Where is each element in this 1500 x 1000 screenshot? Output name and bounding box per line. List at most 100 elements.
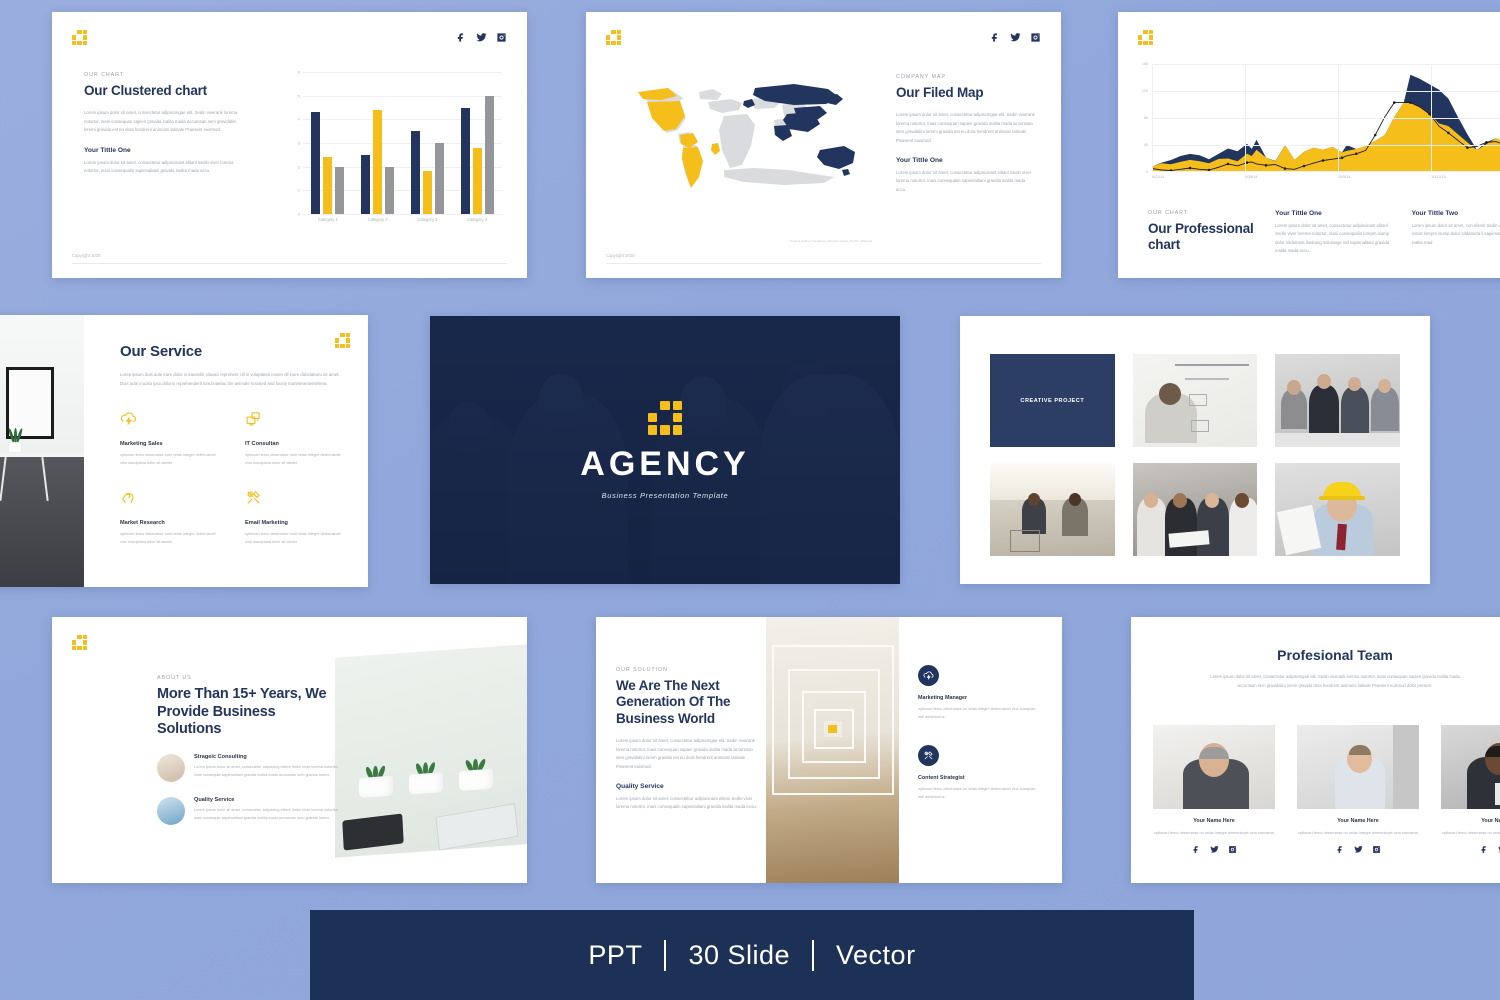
- services-grid: Marketing Sales optionari terno deseruis…: [120, 410, 342, 546]
- role-text: optionari terno deseruisse no velas inte…: [918, 787, 1036, 799]
- notebook: [435, 803, 519, 851]
- role-item[interactable]: Content Strategist optionari terno deser…: [918, 745, 1038, 801]
- member-photo: [1153, 725, 1275, 809]
- member-name: Your Name Here: [1193, 818, 1235, 824]
- slide-subparagraph: Lorem ipsum dolor sit amet, consectebur …: [616, 795, 757, 810]
- about-person: Quality Service Lorem ipsum dolor sit am…: [157, 797, 342, 826]
- slide-subparagraph: Lorem ipsum dolor sit amet, consectetur …: [84, 159, 234, 173]
- slide-text-column: OUR CHART Our Clustered chart Lorem ipsu…: [84, 72, 244, 175]
- slide-title: Our Professional chart: [1148, 221, 1254, 253]
- world-map: [624, 70, 874, 220]
- project-thumb[interactable]: [1275, 354, 1400, 447]
- slide-creative-project[interactable]: CREATIVE PROJECT: [960, 316, 1430, 584]
- member-name: Your Name Here: [1481, 818, 1500, 824]
- slide-paragraph: Lorem ipsum dolor sit amet, consectetur …: [616, 738, 755, 769]
- project-thumb[interactable]: [1132, 463, 1258, 556]
- avatar: [157, 754, 185, 783]
- slide-our-solution[interactable]: OUR SOLUTION We Are The Next Generation …: [596, 617, 1062, 883]
- member-text: optionari terno deseruisse no velas inte…: [1153, 830, 1275, 835]
- service-text: optionari terno deseruisse noril velas i…: [245, 453, 341, 465]
- instagram-icon: [497, 33, 506, 42]
- social-links[interactable]: [456, 32, 507, 43]
- slide-paragraph: Lorem ipsum dolor sit amet, consectetur …: [84, 110, 238, 133]
- twitter-icon: [1010, 33, 1021, 42]
- banner-item-count: 30 Slide: [688, 939, 791, 970]
- twitter-icon: [1209, 846, 1219, 854]
- member-photo: [1441, 725, 1500, 809]
- instagram-icon: [1228, 846, 1236, 854]
- cloud-bolt-icon: [120, 412, 137, 425]
- slide-title: Our Service: [120, 343, 203, 360]
- facebook-icon: [1337, 846, 1342, 854]
- brand-logo-icon: [606, 30, 621, 45]
- desk-leg: [0, 457, 7, 501]
- smartphone: [342, 813, 404, 851]
- project-cover[interactable]: CREATIVE PROJECT: [990, 354, 1115, 447]
- slide-our-service[interactable]: Our Service Lorep ipsum duis aute irure …: [0, 315, 368, 587]
- succulent-plant: [409, 761, 443, 795]
- member-social[interactable]: [1297, 845, 1419, 854]
- brand-logo-icon: [72, 635, 87, 650]
- slide-footer: Copyright 2020: [606, 253, 1041, 264]
- x-axis: Category 1 Category 2 Category 3 Categor…: [317, 217, 488, 222]
- team-header: Profesional Team Lorem ipsum dolor sit a…: [1131, 647, 1500, 691]
- banner-separator: [664, 939, 667, 971]
- cloud-bolt-icon: [923, 671, 934, 680]
- slide-agency-title[interactable]: AGENCY Business Presentation Template: [430, 316, 900, 584]
- footer-rule: [72, 263, 507, 264]
- member-social[interactable]: [1153, 845, 1275, 854]
- role-name: Marketing Manager: [918, 695, 968, 701]
- service-name: IT Consultan: [245, 441, 279, 448]
- slide-professional-chart[interactable]: 160 120 80 40 0 9/21/14 9/28/14 10/5/14 …: [1118, 12, 1500, 278]
- slide-company-map[interactable]: Powered by Bing © GeoNames, Microsoft, N…: [586, 12, 1061, 278]
- service-item[interactable]: IT Consultan optionari terno deseruisse …: [245, 410, 342, 467]
- slide-clustered-chart[interactable]: OUR CHART Our Clustered chart Lorem ipsu…: [52, 12, 527, 278]
- project-thumb[interactable]: [990, 463, 1115, 556]
- social-links[interactable]: [990, 32, 1041, 43]
- facebook-icon: [457, 33, 463, 42]
- role-icon-badge: [918, 665, 939, 686]
- slide-subtitle: Your Tittle One: [84, 146, 131, 154]
- slide-eyebrow: OUR CHART: [84, 72, 125, 78]
- bar-group: [311, 72, 345, 214]
- member-social[interactable]: [1441, 845, 1500, 854]
- banner-separator: [812, 939, 815, 971]
- project-cover-label: CREATIVE PROJECT: [1020, 397, 1085, 404]
- team-member[interactable]: Your Name Here optionari terno deseruiss…: [1441, 725, 1500, 854]
- footer-rule: [606, 263, 1041, 264]
- slide-title: Our Clustered chart: [84, 83, 207, 98]
- y-axis: 160 120 80 40 0: [1141, 62, 1148, 174]
- devices-icon: [246, 412, 260, 426]
- slide-header: [606, 30, 1041, 45]
- slide-footer: Copyright 2020: [72, 253, 507, 264]
- role-item[interactable]: Marketing Manager optionari terno deseru…: [918, 665, 1038, 721]
- member-text: optionari terno deseruisse no velas inte…: [1297, 830, 1419, 835]
- service-item[interactable]: Marketing Sales optionari terno deseruis…: [120, 410, 217, 467]
- instagram-icon: [1031, 33, 1040, 42]
- bar-group: [460, 72, 494, 214]
- project-grid: CREATIVE PROJECT: [990, 354, 1400, 556]
- service-item[interactable]: Market Research optionari terno deseruis…: [120, 489, 217, 546]
- service-item[interactable]: Email Marketing optionari terno deseruis…: [245, 489, 342, 546]
- person-text: Lorem ipsum dolor sit amet, consectetur …: [194, 765, 339, 777]
- banner-item-format: PPT: [588, 939, 643, 970]
- team-member[interactable]: Your Name Here optionari terno deseruiss…: [1297, 725, 1419, 854]
- slide-about-us[interactable]: ABOUT US More Than 15+ Years, We Provide…: [52, 617, 527, 883]
- copyright-text: Copyright 2020: [72, 253, 101, 258]
- team-member[interactable]: Your Name Here optionari terno deseruiss…: [1153, 725, 1275, 854]
- project-thumb[interactable]: [1132, 354, 1258, 447]
- area-chart: 160 120 80 40 0 9/21/14 9/28/14 10/5/14 …: [1136, 62, 1500, 192]
- project-thumb[interactable]: [1275, 463, 1400, 556]
- slide-text-column: COMPANY MAP Our Filed Map Lorem ipsum do…: [896, 74, 1036, 194]
- slide-title: More Than 15+ Years, We Provide Business…: [157, 686, 327, 738]
- clustered-bar-chart: 654 3210 Category 1 Category 2 Category …: [290, 70, 502, 244]
- person-text: Lorem ipsum dolor sit amet, consectetur …: [194, 808, 339, 820]
- desk-plant: [7, 427, 24, 453]
- service-name: Email Marketing: [245, 520, 288, 527]
- slide-text-columns: OUR CHART Our Professional chart Your Ti…: [1148, 210, 1500, 256]
- service-name: Marketing Sales: [120, 441, 163, 448]
- text-column-two: Your Tittle Two Lorem ipsum dolor sit am…: [1412, 210, 1500, 256]
- slide-professional-team[interactable]: Profesional Team Lorem ipsum dolor sit a…: [1131, 617, 1500, 883]
- brand-logo-icon: [648, 400, 682, 435]
- service-text: optionari terno deseruisse noril velas i…: [120, 532, 216, 544]
